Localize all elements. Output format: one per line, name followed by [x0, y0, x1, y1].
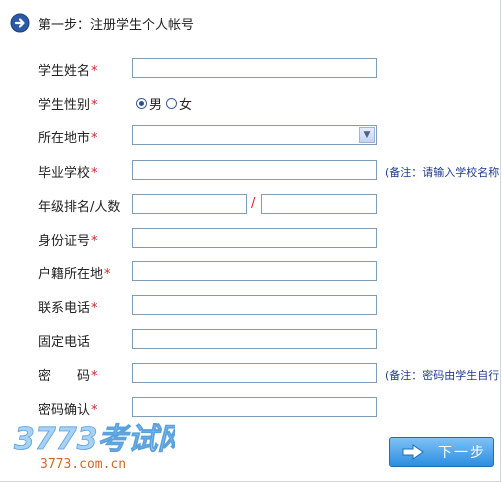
row-password: 密 码* (备注：密码由学生自行: [0, 363, 502, 385]
gender-radio-group: 男 女: [136, 94, 196, 113]
school-label: 毕业学校*: [38, 166, 98, 181]
logo-sub-text: 3773.com.cn: [40, 457, 126, 472]
gender-female-radio[interactable]: [166, 98, 178, 109]
rank-separator: /: [251, 196, 256, 211]
required-mark: *: [91, 98, 98, 113]
next-step-label: 下一步: [438, 445, 486, 461]
required-mark: *: [91, 369, 98, 384]
page-title: 第一步：注册学生个人帐号: [38, 17, 195, 33]
chevron-down-icon[interactable]: ▼: [359, 127, 375, 143]
count-input[interactable]: [261, 194, 377, 214]
password-note: (备注：密码由学生自行: [385, 369, 500, 382]
password-input[interactable]: [132, 363, 377, 383]
school-note: (备注：请输入学校名称: [385, 166, 500, 179]
city-label: 所在地市*: [38, 131, 98, 146]
confirm-password-input[interactable]: [132, 397, 377, 417]
arrow-right-icon: [402, 444, 424, 460]
row-rank: 年级排名/人数 /: [0, 194, 502, 216]
arrow-circle-icon: [10, 13, 30, 33]
row-gender: 学生性别* 男 女: [0, 92, 502, 114]
id-label: 身份证号*: [38, 234, 98, 249]
required-mark: *: [91, 166, 98, 181]
school-input[interactable]: [132, 160, 377, 180]
row-phone: 联系电话*: [0, 295, 502, 317]
name-label: 学生姓名*: [38, 64, 98, 79]
id-number-input[interactable]: [132, 228, 377, 248]
required-mark: *: [91, 301, 98, 316]
landline-input[interactable]: [132, 329, 377, 349]
row-name: 学生姓名*: [0, 58, 502, 80]
row-school: 毕业学校* (备注：请输入学校名称: [0, 160, 502, 182]
row-city: 所在地市* ▼: [0, 125, 502, 147]
phone-input[interactable]: [132, 295, 377, 315]
next-step-button[interactable]: 下一步: [389, 437, 494, 467]
row-hukou: 户籍所在地*: [0, 261, 502, 283]
gender-label: 学生性别*: [38, 98, 98, 113]
landline-label: 固定电话: [38, 335, 91, 350]
hukou-label: 户籍所在地*: [38, 267, 111, 282]
required-mark: *: [91, 64, 98, 79]
phone-label: 联系电话*: [38, 301, 98, 316]
gender-male-label[interactable]: 男: [149, 94, 162, 113]
logo-main-text: 3773考试网: [14, 422, 175, 457]
site-logo: 3773考试网 3773.com.cn: [14, 422, 175, 472]
required-mark: *: [91, 131, 98, 146]
hukou-input[interactable]: [132, 261, 377, 281]
row-id: 身份证号*: [0, 228, 502, 250]
rank-label: 年级排名/人数: [38, 200, 121, 215]
password-label: 密 码*: [38, 369, 98, 384]
required-mark: *: [91, 234, 98, 249]
row-landline: 固定电话: [0, 329, 502, 351]
step-header: 第一步：注册学生个人帐号: [10, 10, 194, 36]
city-select[interactable]: ▼: [132, 125, 377, 145]
gender-male-radio[interactable]: [136, 98, 147, 109]
radio-selected-dot: [139, 101, 144, 106]
required-mark: *: [104, 267, 111, 282]
rank-input[interactable]: [132, 194, 247, 214]
gender-female-label[interactable]: 女: [179, 94, 192, 113]
name-input[interactable]: [132, 58, 377, 78]
